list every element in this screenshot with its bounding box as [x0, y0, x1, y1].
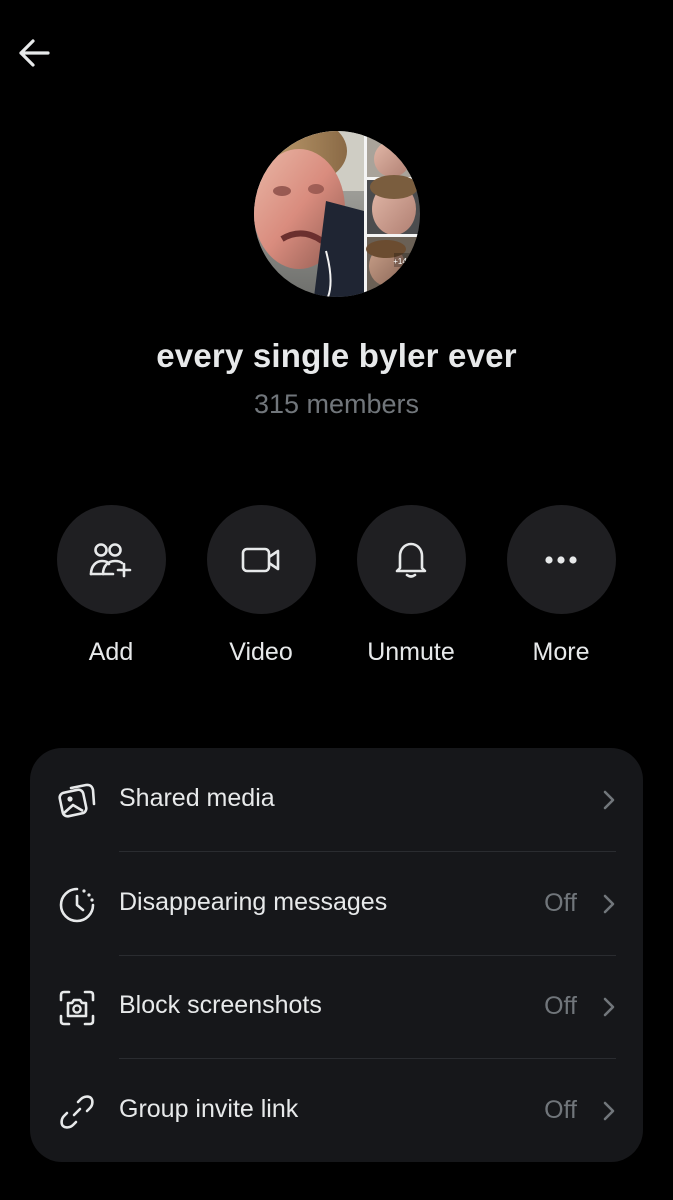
group-avatar[interactable]: +14	[254, 131, 420, 297]
add-label: Add	[88, 638, 134, 666]
group-name: every single byler ever	[156, 337, 517, 374]
disappearing-messages-label: Disappearing messages	[119, 888, 388, 916]
chevron-right-icon	[603, 997, 615, 1017]
video-label: Video	[229, 638, 293, 666]
more-label: More	[532, 638, 590, 666]
group-invite-link-value: Off	[544, 1096, 577, 1124]
bell-icon	[395, 542, 427, 578]
shared-media-label: Shared media	[119, 784, 275, 812]
block-screenshots-row[interactable]: Block screenshots Off	[30, 955, 643, 1058]
shared-media-icon	[57, 781, 97, 821]
unmute-label: Unmute	[367, 638, 455, 666]
disappearing-messages-value: Off	[544, 889, 577, 917]
member-count[interactable]: 315 members	[0, 389, 673, 420]
chevron-right-icon	[603, 894, 615, 914]
more-action[interactable]: More	[486, 505, 636, 667]
back-button[interactable]	[14, 33, 54, 73]
add-people-icon	[89, 542, 132, 577]
link-icon	[57, 1092, 97, 1132]
group-settings-card: Shared media Disappearing messages Off B…	[30, 748, 643, 1162]
disappearing-messages-row[interactable]: Disappearing messages Off	[30, 852, 643, 955]
more-button[interactable]	[506, 505, 616, 614]
screenshot-camera-icon	[57, 988, 97, 1028]
timer-icon	[57, 885, 97, 925]
more-dots-icon	[545, 555, 577, 564]
shared-media-row[interactable]: Shared media	[30, 748, 643, 851]
avatar-overflow-badge: +14	[393, 257, 407, 266]
chevron-right-icon	[603, 790, 615, 810]
arrow-left-icon	[19, 39, 50, 67]
add-button[interactable]	[56, 505, 166, 614]
add-action[interactable]: Add	[36, 505, 186, 667]
video-action[interactable]: Video	[186, 505, 336, 667]
block-screenshots-label: Block screenshots	[119, 991, 322, 1019]
group-invite-link-label: Group invite link	[119, 1095, 299, 1123]
unmute-button[interactable]	[356, 505, 466, 614]
video-camera-icon	[241, 547, 280, 572]
video-button[interactable]	[206, 505, 316, 614]
group-invite-link-row[interactable]: Group invite link Off	[30, 1059, 643, 1162]
block-screenshots-value: Off	[544, 992, 577, 1020]
chevron-right-icon	[603, 1101, 615, 1121]
unmute-action[interactable]: Unmute	[336, 505, 486, 667]
avatar-collage: +14	[254, 131, 420, 297]
